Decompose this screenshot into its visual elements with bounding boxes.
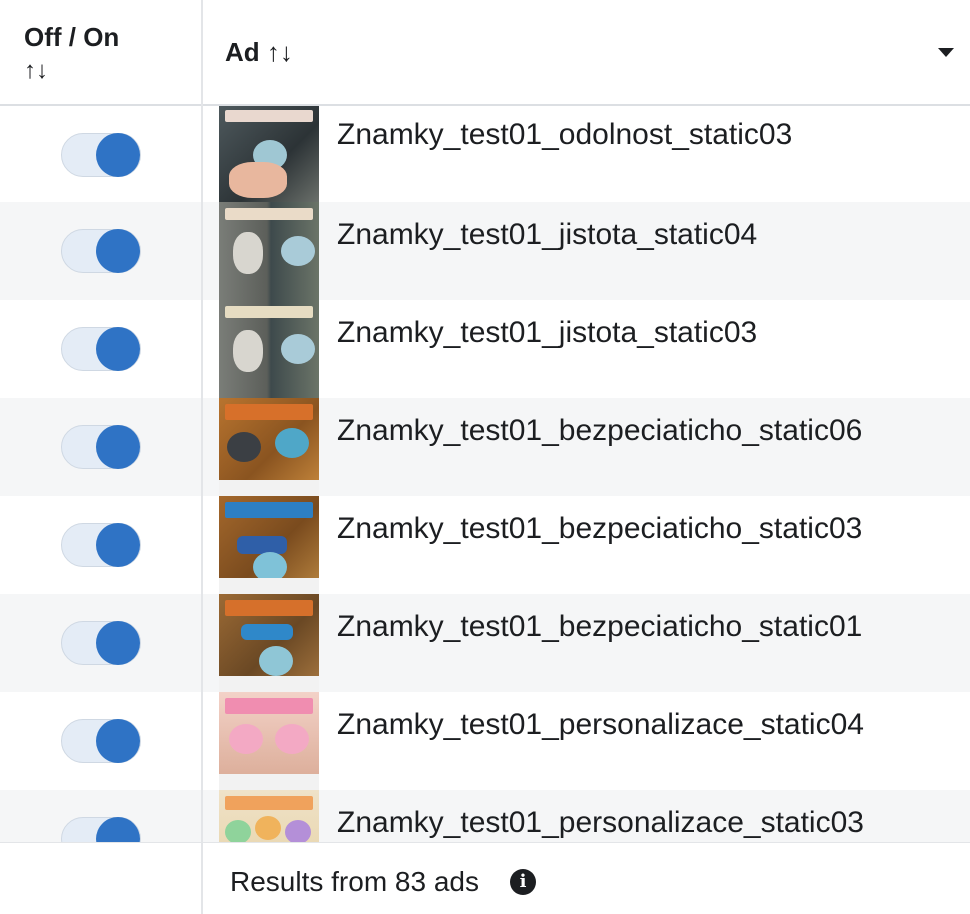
ad-toggle[interactable] [61, 425, 141, 469]
off-on-header-label: Off / On [24, 22, 120, 52]
results-footer: Results from 83 ads i [0, 842, 970, 914]
ad-toggle[interactable] [61, 133, 141, 177]
ad-thumbnail[interactable] [219, 300, 319, 398]
ad-name[interactable]: Znamky_test01_odolnost_static03 [337, 115, 792, 155]
toggle-knob [96, 425, 140, 469]
ad-name[interactable]: Znamky_test01_bezpeciaticho_static03 [337, 509, 862, 549]
table-header: Off / On ↑↓ Ad ↑↓ [0, 0, 970, 106]
results-count-text: Results from 83 ads [230, 866, 479, 897]
ad-thumbnail[interactable] [219, 594, 319, 692]
info-icon[interactable]: i [510, 869, 536, 895]
table-row: Znamky_test01_jistota_static03 [0, 300, 970, 398]
table-row: Znamky_test01_bezpeciaticho_static01 [0, 594, 970, 692]
ad-name[interactable]: Znamky_test01_jistota_static04 [337, 215, 757, 255]
off-on-column-header[interactable]: Off / On ↑↓ [24, 20, 119, 88]
table-row: Znamky_test01_odolnost_static03 [0, 104, 970, 202]
table-row: Znamky_test01_bezpeciaticho_static06 [0, 398, 970, 496]
table-row: Znamky_test01_bezpeciaticho_static03 [0, 496, 970, 594]
ad-name[interactable]: Znamky_test01_jistota_static03 [337, 313, 757, 353]
table-row: Znamky_test01_jistota_static04 [0, 202, 970, 300]
ad-column-header[interactable]: Ad ↑↓ [225, 35, 293, 69]
ads-table: Off / On ↑↓ Ad ↑↓ Znamky_test01_odolnost… [0, 0, 970, 914]
ad-toggle[interactable] [61, 523, 141, 567]
ad-toggle[interactable] [61, 621, 141, 665]
ad-thumbnail[interactable] [219, 398, 319, 496]
ad-thumbnail[interactable] [219, 692, 319, 790]
ad-toggle[interactable] [61, 229, 141, 273]
toggle-knob [96, 719, 140, 763]
toggle-knob [96, 327, 140, 371]
toggle-knob [96, 229, 140, 273]
column-divider [201, 0, 203, 914]
ad-name[interactable]: Znamky_test01_bezpeciaticho_static01 [337, 607, 862, 647]
ad-name[interactable]: Znamky_test01_bezpeciaticho_static06 [337, 411, 862, 451]
table-row: Znamky_test01_personalizace_static04 [0, 692, 970, 790]
ad-name[interactable]: Znamky_test01_personalizace_static03 [337, 803, 864, 843]
ad-toggle[interactable] [61, 719, 141, 763]
column-menu-caret-icon[interactable] [938, 48, 954, 57]
ad-name[interactable]: Znamky_test01_personalizace_static04 [337, 705, 864, 745]
sort-icon[interactable]: ↑↓ [24, 54, 119, 88]
ad-thumbnail[interactable] [219, 104, 319, 202]
ad-toggle[interactable] [61, 327, 141, 371]
ad-thumbnail[interactable] [219, 202, 319, 300]
toggle-knob [96, 133, 140, 177]
toggle-knob [96, 621, 140, 665]
ad-thumbnail[interactable] [219, 496, 319, 594]
toggle-knob [96, 523, 140, 567]
